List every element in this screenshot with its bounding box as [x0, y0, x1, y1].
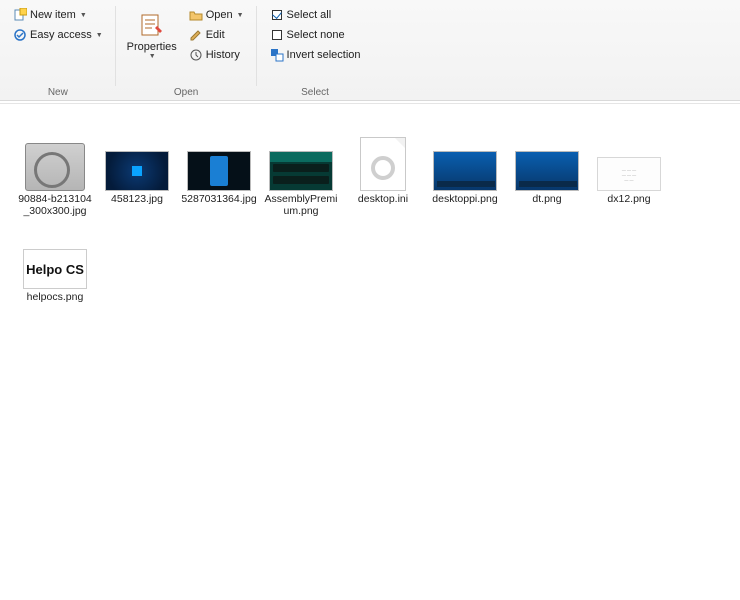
easy-access-icon	[13, 28, 27, 42]
history-label: History	[206, 49, 240, 61]
new-item-label: New item	[30, 9, 76, 21]
select-none-label: Select none	[287, 29, 345, 41]
ribbon-group-new: New item ▼ Easy access ▼ New	[0, 0, 116, 100]
file-item[interactable]: dt.png	[506, 124, 588, 222]
open-icon	[189, 8, 203, 22]
file-thumbnail	[21, 129, 89, 191]
file-name: 5287031364.jpg	[181, 193, 256, 205]
file-name: desktop.ini	[358, 193, 408, 205]
file-item[interactable]: AssemblyPremium.png	[260, 124, 342, 222]
select-all-icon	[270, 8, 284, 22]
history-button[interactable]: History	[184, 46, 249, 64]
ribbon-group-select: Select all Select none Invert selection …	[257, 0, 374, 100]
properties-icon	[138, 11, 166, 39]
file-thumbnail	[185, 129, 253, 191]
edit-button[interactable]: Edit	[184, 26, 249, 44]
ribbon-group-open: Properties ▼ Open ▼ E	[116, 0, 257, 100]
group-label-select: Select	[265, 87, 366, 100]
file-item[interactable]: 458123.jpg	[96, 124, 178, 222]
file-thumbnail: — — —— — —— —	[595, 129, 663, 191]
open-button[interactable]: Open ▼	[184, 6, 249, 24]
ribbon: New item ▼ Easy access ▼ New	[0, 0, 740, 101]
properties-label: Properties	[127, 41, 177, 53]
file-item[interactable]: — — —— — —— — dx12.png	[588, 124, 670, 222]
select-all-button[interactable]: Select all	[265, 6, 366, 24]
file-name: 90884-b213104_300x300.jpg	[16, 193, 94, 217]
file-item[interactable]: desktop.ini	[342, 124, 424, 222]
file-thumbnail	[513, 129, 581, 191]
file-name: dx12.png	[607, 193, 650, 205]
history-icon	[189, 48, 203, 62]
file-thumbnail	[349, 129, 417, 191]
dropdown-caret-icon: ▼	[237, 12, 244, 19]
edit-label: Edit	[206, 29, 225, 41]
file-name: 458123.jpg	[111, 193, 163, 205]
file-thumbnail	[431, 129, 499, 191]
open-label: Open	[206, 9, 233, 21]
invert-selection-label: Invert selection	[287, 49, 361, 61]
group-label-new: New	[8, 87, 108, 100]
easy-access-label: Easy access	[30, 29, 92, 41]
file-name: AssemblyPremium.png	[262, 193, 340, 217]
file-item[interactable]: 5287031364.jpg	[178, 124, 260, 222]
dropdown-caret-icon: ▼	[96, 32, 103, 39]
select-all-label: Select all	[287, 9, 332, 21]
dropdown-caret-icon: ▼	[80, 12, 87, 19]
file-item[interactable]: desktoppi.png	[424, 124, 506, 222]
properties-button[interactable]: Properties ▼	[124, 6, 180, 63]
select-none-icon	[270, 28, 284, 42]
file-thumbnail: Helpo CS	[21, 227, 89, 289]
file-name: helpocs.png	[27, 291, 84, 303]
file-item[interactable]: 90884-b213104_300x300.jpg	[14, 124, 96, 222]
select-none-button[interactable]: Select none	[265, 26, 366, 44]
edit-icon	[189, 28, 203, 42]
invert-selection-icon	[270, 48, 284, 62]
file-thumbnail	[267, 129, 335, 191]
helpo-thumb-text: Helpo CS	[23, 249, 87, 289]
files-area[interactable]: 90884-b213104_300x300.jpg 458123.jpg 528…	[0, 104, 740, 308]
new-item-button[interactable]: New item ▼	[8, 6, 108, 24]
file-item[interactable]: Helpo CS helpocs.png	[14, 222, 96, 308]
file-thumbnail	[103, 129, 171, 191]
dropdown-caret-icon: ▼	[149, 53, 156, 60]
new-item-icon	[13, 8, 27, 22]
easy-access-button[interactable]: Easy access ▼	[8, 26, 108, 44]
file-name: desktoppi.png	[432, 193, 497, 205]
invert-selection-button[interactable]: Invert selection	[265, 46, 366, 64]
file-name: dt.png	[532, 193, 561, 205]
group-label-open: Open	[124, 87, 249, 100]
